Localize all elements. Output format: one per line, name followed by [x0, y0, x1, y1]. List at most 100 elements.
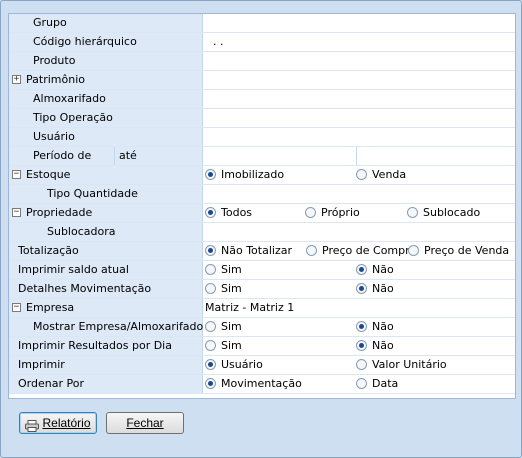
periodo-end-field[interactable]: [357, 147, 515, 165]
label-propriedade: Propriedade: [26, 206, 93, 219]
label-grupo: Grupo: [33, 16, 67, 29]
radio-unchecked-icon: [407, 207, 418, 218]
radio-unchecked-icon: [356, 359, 367, 370]
produto-field[interactable]: [203, 52, 515, 70]
row-tipo-quantidade: Tipo Quantidade: [9, 185, 515, 204]
row-totalizacao: Totalização Não Totalizar Preço de Compr…: [9, 242, 515, 261]
row-almoxarifado: Almoxarifado: [9, 90, 515, 109]
label-imprimir: Imprimir: [18, 358, 65, 371]
row-estoque: − Estoque Imobilizado Venda: [9, 166, 515, 185]
imprimir-saldo-nao-radio[interactable]: Não: [356, 263, 394, 277]
row-produto: Produto: [9, 52, 515, 71]
totalizacao-nao-totalizar-radio[interactable]: Não Totalizar: [205, 244, 292, 258]
tipo-operacao-field[interactable]: [203, 109, 515, 127]
label-totalizacao: Totalização: [18, 244, 79, 257]
row-codigo: Código hierárquico . .: [9, 33, 515, 52]
label-usuario: Usuário: [33, 130, 75, 143]
imprimir-resultados-nao-radio[interactable]: Não: [356, 339, 394, 353]
radio-checked-icon: [205, 378, 216, 389]
tipo-quantidade-field[interactable]: [203, 185, 515, 203]
radio-unchecked-icon: [205, 321, 216, 332]
label-ordenar-por: Ordenar Por: [18, 377, 84, 390]
row-grupo: Grupo: [9, 14, 515, 33]
radio-checked-icon: [356, 283, 367, 294]
relatorio-label: Relatório: [42, 416, 91, 430]
usuario-field[interactable]: [203, 128, 515, 146]
mostrar-empresa-sim-radio[interactable]: Sim: [205, 320, 242, 334]
radio-unchecked-icon: [306, 245, 317, 256]
row-imprimir: Imprimir Usuário Valor Unitário: [9, 356, 515, 375]
row-patrimonio: + Patrimônio: [9, 71, 515, 90]
grupo-field[interactable]: [203, 14, 515, 32]
ordenar-movimentacao-radio[interactable]: Movimentação: [205, 377, 302, 391]
radio-checked-icon: [205, 207, 216, 218]
radio-unchecked-icon: [408, 245, 419, 256]
expand-plus-icon[interactable]: +: [12, 75, 21, 84]
radio-unchecked-icon: [356, 378, 367, 389]
imprimir-resultados-sim-radio[interactable]: Sim: [205, 339, 242, 353]
propriedade-todos-radio[interactable]: Todos: [205, 206, 252, 220]
row-imprimir-saldo: Imprimir saldo atual Sim Não: [9, 261, 515, 280]
row-sublocadora: Sublocadora: [9, 223, 515, 242]
label-periodo-ate: até: [119, 149, 137, 162]
detalhes-mov-nao-radio[interactable]: Não: [356, 282, 394, 296]
radio-unchecked-icon: [356, 169, 367, 180]
imprimir-usuario-radio[interactable]: Usuário: [205, 358, 263, 372]
collapse-minus-icon[interactable]: −: [12, 303, 21, 312]
collapse-minus-icon[interactable]: −: [12, 208, 21, 217]
codigo-value: . .: [213, 35, 224, 48]
almoxarifado-field[interactable]: [203, 90, 515, 108]
row-ordenar-por: Ordenar Por Movimentação Data: [9, 375, 515, 394]
propriedade-proprio-radio[interactable]: Próprio: [305, 206, 360, 220]
radio-unchecked-icon: [205, 283, 216, 294]
label-produto: Produto: [33, 54, 76, 67]
label-imprimir-resultados: Imprimir Resultados por Dia: [18, 339, 172, 352]
label-imprimir-saldo: Imprimir saldo atual: [18, 263, 129, 276]
propriedade-sublocado-radio[interactable]: Sublocado: [407, 206, 480, 220]
imprimir-valor-unitario-radio[interactable]: Valor Unitário: [356, 358, 447, 372]
label-mostrar-empresa: Mostrar Empresa/Almoxarifado: [33, 320, 204, 333]
row-mostrar-empresa: Mostrar Empresa/Almoxarifado Sim Não: [9, 318, 515, 337]
periodo-start-field[interactable]: [203, 147, 356, 165]
radio-checked-icon: [205, 359, 216, 370]
row-periodo: Período de até: [9, 147, 515, 166]
fechar-label: Fechar: [126, 416, 164, 430]
empresa-value: Matriz - Matriz 1: [205, 301, 295, 314]
relatorio-button[interactable]: Relatório: [19, 412, 97, 434]
mostrar-empresa-nao-radio[interactable]: Não: [356, 320, 394, 334]
row-usuario: Usuário: [9, 128, 515, 147]
printer-icon: [25, 418, 40, 432]
label-sublocadora: Sublocadora: [47, 225, 116, 238]
label-patrimonio: Patrimônio: [26, 73, 85, 86]
collapse-minus-icon[interactable]: −: [12, 170, 21, 179]
totalizacao-preco-venda-radio[interactable]: Preço de Venda: [408, 244, 509, 258]
label-periodo: Período de: [33, 149, 92, 162]
row-empresa: − Empresa Matriz - Matriz 1: [9, 299, 515, 318]
radio-unchecked-icon: [205, 264, 216, 275]
label-tipo-operacao: Tipo Operação: [33, 111, 113, 124]
row-tipo-operacao: Tipo Operação: [9, 109, 515, 128]
totalizacao-preco-compra-radio[interactable]: Preço de Compra: [306, 244, 416, 258]
radio-unchecked-icon: [305, 207, 316, 218]
radio-checked-icon: [356, 264, 367, 275]
row-propriedade: − Propriedade Todos Próprio Sublocado: [9, 204, 515, 223]
radio-checked-icon: [356, 321, 367, 332]
patrimonio-field[interactable]: [203, 71, 515, 89]
report-filter-window: Grupo Código hierárquico . . Produto + P…: [0, 0, 522, 458]
empresa-field[interactable]: Matriz - Matriz 1: [203, 299, 515, 317]
fechar-button[interactable]: Fechar: [106, 412, 184, 434]
label-empresa: Empresa: [26, 301, 75, 314]
label-codigo: Código hierárquico: [33, 35, 137, 48]
detalhes-mov-sim-radio[interactable]: Sim: [205, 282, 242, 296]
codigo-field[interactable]: . .: [203, 33, 515, 51]
property-grid: Grupo Código hierárquico . . Produto + P…: [8, 13, 516, 399]
label-detalhes-movimentacao: Detalhes Movimentação: [18, 282, 152, 295]
radio-checked-icon: [205, 245, 216, 256]
estoque-venda-radio[interactable]: Venda: [356, 168, 406, 182]
row-imprimir-resultados: Imprimir Resultados por Dia Sim Não: [9, 337, 515, 356]
ordenar-data-radio[interactable]: Data: [356, 377, 398, 391]
label-tipo-quantidade: Tipo Quantidade: [47, 187, 138, 200]
sublocadora-field[interactable]: [203, 223, 515, 241]
estoque-imobilizado-radio[interactable]: Imobilizado: [205, 168, 284, 182]
imprimir-saldo-sim-radio[interactable]: Sim: [205, 263, 242, 277]
